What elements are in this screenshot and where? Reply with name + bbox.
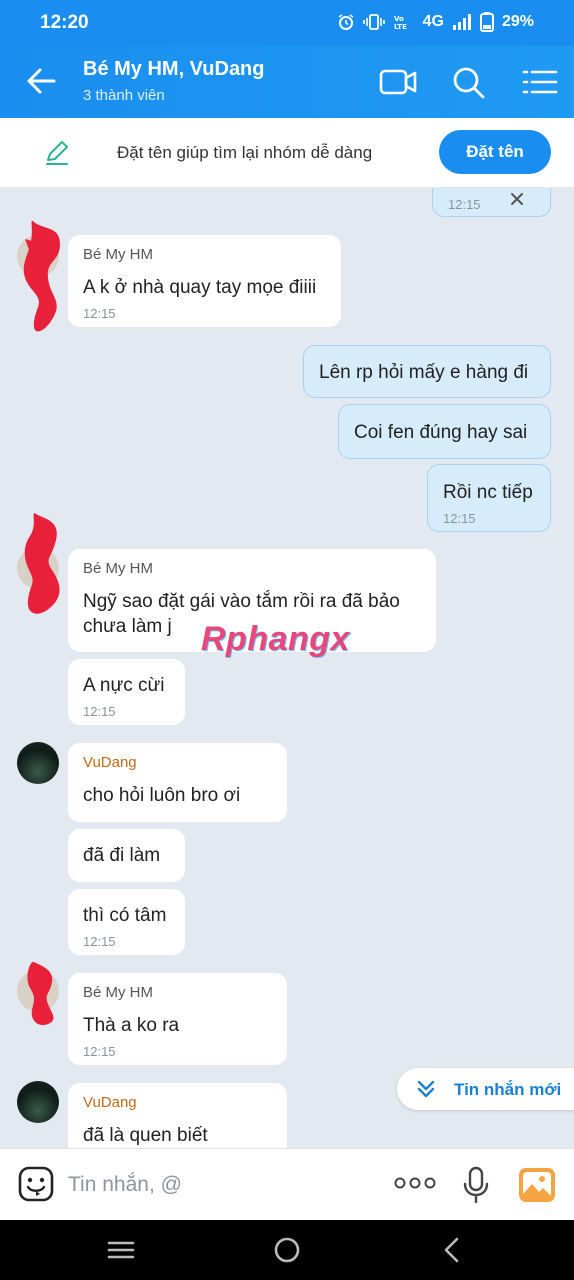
pencil-icon	[46, 141, 68, 165]
message-time: 12:15	[83, 306, 116, 321]
battery-icon	[479, 12, 494, 32]
message-composer: Tin nhắn, @	[0, 1148, 574, 1220]
message-bubble-incoming[interactable]: VuDang cho hỏi luôn bro ơi	[68, 743, 287, 822]
message-time: 12:15	[443, 511, 476, 526]
message-bubble-incoming[interactable]: thì có tâm 12:15	[68, 889, 185, 955]
back-arrow-icon[interactable]	[24, 64, 58, 98]
banner-text: Đặt tên giúp tìm lại nhóm dễ dàng	[117, 143, 373, 162]
recent-apps-icon[interactable]	[105, 1234, 137, 1266]
message-text: A nực cừi	[83, 675, 165, 696]
new-messages-label: Tin nhắn mới	[454, 1080, 562, 1099]
network-type: 4G	[422, 13, 444, 30]
name-group-banner: Đặt tên giúp tìm lại nhóm dễ dàng Đặt tê…	[0, 118, 574, 188]
new-messages-button[interactable]: Tin nhắn mới	[397, 1068, 574, 1110]
image-icon[interactable]	[518, 1167, 556, 1203]
message-bubble-incoming[interactable]: A nực cừi 12:15	[68, 659, 185, 725]
svg-text:LTE: LTE	[394, 23, 407, 31]
message-bubble-incoming[interactable]: Bé My HM Thà a ko ra 12:15	[68, 973, 287, 1065]
message-text: đã là quen biết	[83, 1125, 208, 1146]
message-bubble-incoming[interactable]: Bé My HM A k ở nhà quay tay mọe điiii 12…	[68, 235, 341, 327]
close-icon[interactable]	[510, 192, 524, 206]
redaction-mark	[23, 220, 61, 332]
system-nav-bar	[0, 1220, 574, 1280]
message-text: Coi fen đúng hay sai	[354, 422, 528, 443]
battery-level: 29%	[501, 13, 534, 30]
vibrate-icon	[362, 14, 385, 30]
group-title[interactable]: Bé My HM, VuDang	[83, 58, 265, 81]
sender-name: Bé My HM	[83, 560, 154, 577]
message-text: A k ở nhà quay tay mọe điiii	[83, 277, 317, 298]
message-input[interactable]: Tin nhắn, @	[68, 1173, 182, 1197]
clock: 12:20	[40, 12, 89, 33]
watermark: Rphangx	[201, 620, 350, 658]
set-name-button[interactable]: Đặt tên	[439, 130, 551, 174]
emoji-icon[interactable]	[18, 1166, 54, 1202]
back-icon[interactable]	[437, 1234, 469, 1266]
message-list[interactable]: 12:15 Bé My HM A k ở nhà quay tay mọe đi…	[0, 188, 574, 1148]
message-time: 12:15	[83, 934, 116, 949]
member-count: 3 thành viên	[83, 87, 165, 104]
alarm-icon	[338, 14, 354, 30]
avatar[interactable]	[17, 742, 59, 784]
message-text: Lên rp hỏi mấy e hàng đi	[319, 362, 529, 383]
avatar[interactable]	[17, 1081, 59, 1123]
message-text: chưa làm j	[83, 616, 172, 637]
status-bar: 12:20 Vo LTE 4G 29%	[0, 0, 574, 46]
message-bubble-incoming[interactable]: đã đi làm	[68, 829, 185, 882]
home-icon[interactable]	[271, 1234, 303, 1266]
chat-header: Bé My HM, VuDang 3 thành viên	[0, 46, 574, 118]
volte-icon: VoLTE	[394, 15, 407, 31]
message-time: 12:15	[83, 1044, 116, 1059]
message-text: Thà a ko ra	[83, 1015, 180, 1036]
message-text: cho hỏi luôn bro ơi	[83, 785, 241, 806]
sender-name: VuDang	[83, 1094, 137, 1111]
redaction-mark	[24, 513, 60, 614]
message-bubble-outgoing[interactable]: Rồi nc tiếp 12:15	[427, 464, 551, 532]
message-text: đã đi làm	[83, 845, 161, 866]
message-bubble-incoming[interactable]: VuDang đã là quen biết	[68, 1083, 287, 1148]
more-options-icon[interactable]	[394, 1175, 436, 1191]
message-text: thì có tâm	[83, 905, 167, 926]
sender-name: Bé My HM	[83, 246, 154, 263]
message-time: 12:15	[448, 197, 481, 212]
menu-icon[interactable]	[520, 63, 560, 101]
video-call-icon[interactable]	[378, 63, 418, 101]
message-time: 12:15	[83, 704, 116, 719]
chevrons-down-icon	[417, 1080, 435, 1098]
search-icon[interactable]	[449, 63, 489, 101]
message-text: Ngỹ sao đặt gái vào tắm rồi ra đã bảo	[83, 591, 400, 612]
redaction-mark	[27, 961, 54, 1026]
message-bubble-outgoing[interactable]: 12:15	[432, 188, 551, 217]
sender-name: VuDang	[83, 754, 137, 771]
message-bubble-outgoing[interactable]: Lên rp hỏi mấy e hàng đi	[303, 345, 551, 398]
svg-text:Vo: Vo	[394, 15, 404, 23]
message-bubble-outgoing[interactable]: Coi fen đúng hay sai	[338, 404, 551, 459]
signal-icon	[452, 14, 471, 30]
sender-name: Bé My HM	[83, 984, 154, 1001]
message-text: Rồi nc tiếp	[443, 482, 533, 503]
microphone-icon[interactable]	[462, 1166, 490, 1204]
